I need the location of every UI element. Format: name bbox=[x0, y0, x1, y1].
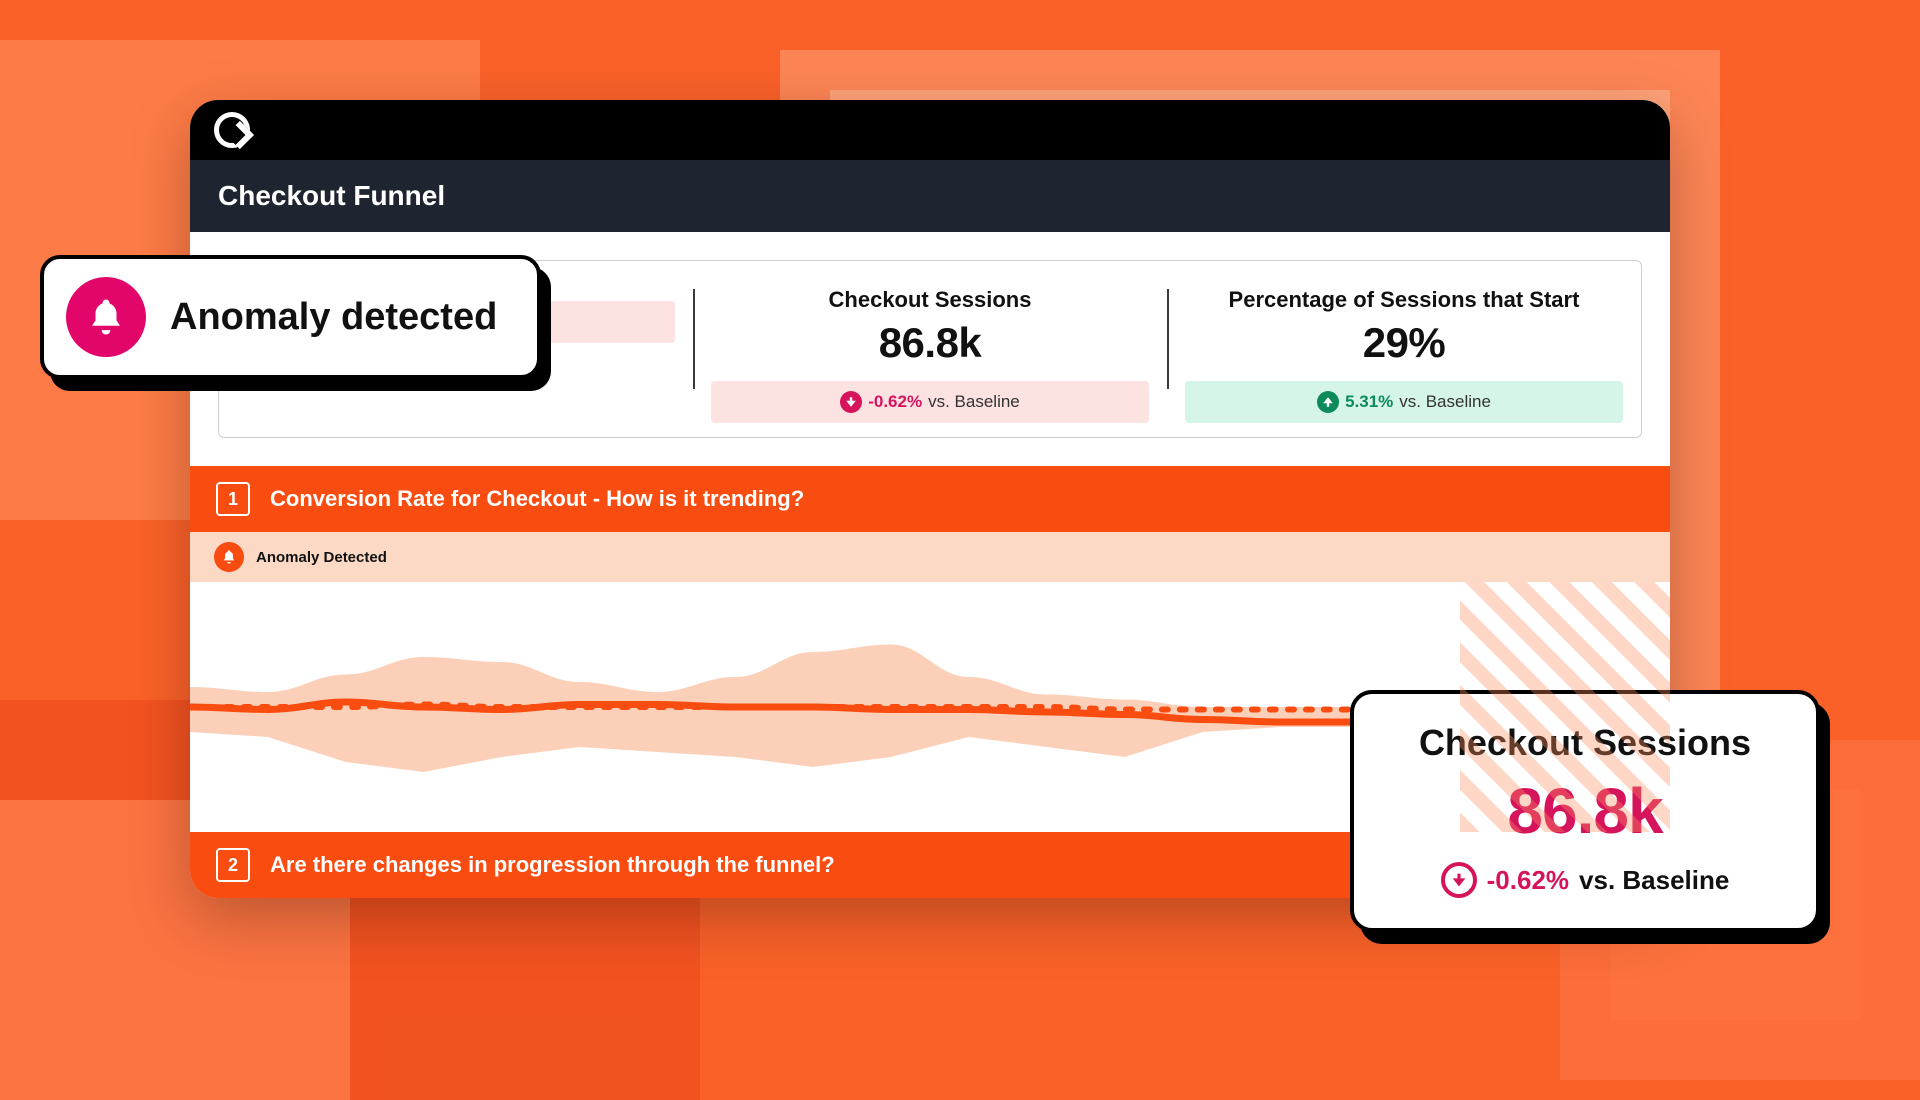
section-title: Are there changes in progression through… bbox=[270, 852, 835, 878]
app-logo-icon bbox=[214, 112, 250, 148]
section-number: 1 bbox=[216, 482, 250, 516]
bell-icon bbox=[66, 277, 146, 357]
metric-title: Percentage of Sessions that Start bbox=[1181, 287, 1627, 313]
arrow-down-icon bbox=[840, 391, 862, 413]
metric-vs-label: vs. Baseline bbox=[1399, 392, 1491, 412]
detail-baseline: -0.62% vs. Baseline bbox=[1394, 862, 1776, 898]
anomaly-notification-card[interactable]: Anomaly detected bbox=[40, 255, 541, 379]
metric-card[interactable]: Percentage of Sessions that Start 29% 5.… bbox=[1167, 261, 1641, 437]
detail-vs-label: vs. Baseline bbox=[1579, 865, 1729, 896]
arrow-down-icon bbox=[1441, 862, 1477, 898]
anomaly-banner-label: Anomaly Detected bbox=[256, 549, 387, 566]
title-bar bbox=[190, 100, 1670, 160]
metric-delta: -0.62% bbox=[868, 392, 922, 412]
metric-card[interactable]: Checkout Sessions 86.8k -0.62% vs. Basel… bbox=[693, 261, 1167, 437]
metric-delta: 5.31% bbox=[1345, 392, 1393, 412]
bell-icon bbox=[214, 542, 244, 572]
metric-value: 86.8k bbox=[707, 319, 1153, 367]
arrow-up-icon bbox=[1317, 391, 1339, 413]
metric-vs-label: vs. Baseline bbox=[928, 392, 1020, 412]
notification-text: Anomaly detected bbox=[170, 296, 497, 339]
page-title: Checkout Funnel bbox=[190, 160, 1670, 232]
metric-baseline: -0.62% vs. Baseline bbox=[711, 381, 1149, 423]
section-header[interactable]: 1 Conversion Rate for Checkout - How is … bbox=[190, 466, 1670, 532]
anomaly-region-hatch bbox=[1460, 582, 1670, 832]
detail-delta: -0.62% bbox=[1487, 865, 1569, 896]
metric-value: 29% bbox=[1181, 319, 1627, 367]
anomaly-banner: Anomaly Detected bbox=[190, 532, 1670, 582]
section-number: 2 bbox=[216, 848, 250, 882]
section-title: Conversion Rate for Checkout - How is it… bbox=[270, 486, 804, 512]
metric-baseline: 5.31% vs. Baseline bbox=[1185, 381, 1623, 423]
metric-title: Checkout Sessions bbox=[707, 287, 1153, 313]
